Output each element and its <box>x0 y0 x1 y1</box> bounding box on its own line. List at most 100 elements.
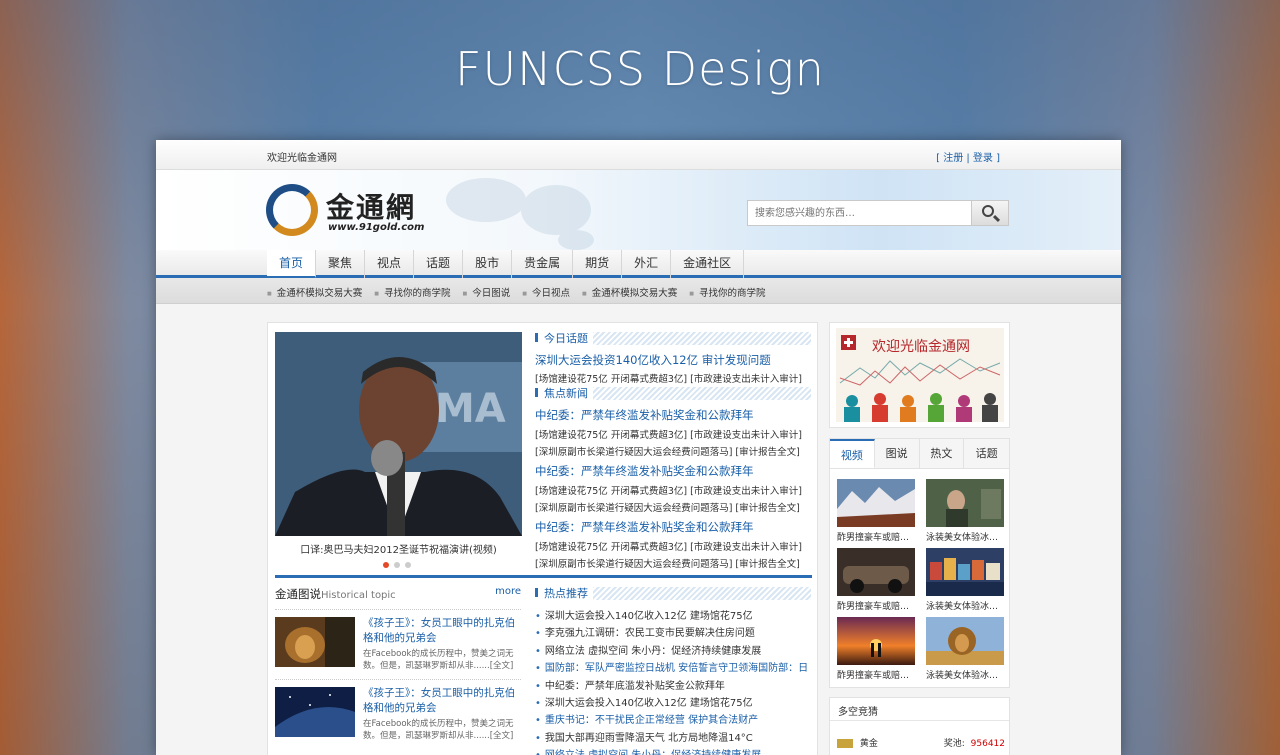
welcome-text: 欢迎光临金通网 <box>267 153 337 164</box>
video-item[interactable]: 酢男撞豪车或赔… <box>837 617 917 681</box>
logo-url: www.91gold.com <box>328 222 425 233</box>
focus-headline[interactable]: 中纪委：严禁年终滥发补贴奖金和公款拜年 <box>535 519 754 535</box>
tab-topics[interactable]: 话题 <box>964 439 1009 468</box>
nav-item-stocks[interactable]: 股市 <box>463 250 513 278</box>
video-title[interactable]: 泳装美女体验冰… <box>926 668 1006 681</box>
gallery-thumbnail[interactable] <box>275 687 355 737</box>
nav-item-viewpoint[interactable]: 视点 <box>365 250 415 278</box>
carousel-dots <box>383 562 411 568</box>
focus-sub[interactable]: [场馆建设花75亿 开闭幕式费超3亿] [市政建设支出未计入审计] <box>535 483 802 497</box>
site-logo[interactable]: 金通網 www.91gold.com <box>266 182 431 238</box>
banner-text: 欢迎光临金通网 <box>872 339 970 355</box>
welcome-banner[interactable]: 欢迎光临金通网 <box>829 322 1010 428</box>
video-thumbnail[interactable] <box>926 479 1004 527</box>
video-thumbnail[interactable] <box>837 479 915 527</box>
gallery-item[interactable]: 《孩子王》：女员工眼中的扎克伯格和他的兄弟会 在Facebook的成长历程中，赞… <box>275 679 521 743</box>
nav-item-community[interactable]: 金通社区 <box>671 250 745 278</box>
nav-item-futures[interactable]: 期货 <box>573 250 623 278</box>
hot-pick-item[interactable]: 深圳大运会投入140亿收入12亿 建场馆花75亿 <box>535 607 813 622</box>
carousel-dot[interactable] <box>394 562 400 568</box>
logo-name: 金通網 <box>326 191 417 224</box>
hot-picks-title: 热点推荐 <box>535 587 593 600</box>
video-item[interactable]: 酢男撞豪车或赔… <box>837 479 917 543</box>
hot-pick-item[interactable]: 国防部：军队严密监控日战机 安倍誓言守卫领海国防部：日 <box>535 659 813 674</box>
gallery-header: 金通图说Historical topic more <box>275 586 521 602</box>
subnav-item[interactable]: 金通杯模拟交易大赛 <box>582 285 678 299</box>
focus-sub[interactable]: [场馆建设花75亿 开闭幕式费超3亿] [市政建设支出未计入审计] <box>535 427 802 441</box>
video-thumbnail[interactable] <box>926 548 1004 596</box>
svg-text:MA: MA <box>435 386 506 432</box>
main-nav: 首页 聚焦 视点 话题 股市 贵金属 期货 外汇 金通社区 <box>156 250 1121 278</box>
hot-pick-item[interactable]: 网络立法 虚拟空间 朱小丹：促经济持续健康发展 <box>535 642 813 657</box>
video-title[interactable]: 泳装美女体验冰… <box>926 599 1006 612</box>
carousel-dot[interactable] <box>405 562 411 568</box>
video-title[interactable]: 酢男撞豪车或赔… <box>837 668 917 681</box>
video-title[interactable]: 酢男撞豪车或赔… <box>837 530 917 543</box>
gallery-more-link[interactable]: more <box>495 586 521 597</box>
video-title[interactable]: 酢男撞豪车或赔… <box>837 599 917 612</box>
gallery-item[interactable]: 《孩子王》：女员工眼中的扎克伯格和他的兄弟会 在Facebook的成长历程中，赞… <box>275 609 521 673</box>
register-login-link[interactable]: [ 注册 | 登录 ] <box>936 149 1000 164</box>
video-item[interactable]: 泳装美女体验冰… <box>926 617 1006 681</box>
search-input[interactable] <box>748 201 972 225</box>
gallery-subtitle: Historical topic <box>321 590 396 601</box>
focus-sub[interactable]: [深圳原副市长梁道行疑因大运会经费问题落马] [审计报告全文] <box>535 500 800 514</box>
top-bar: 欢迎光临金通网 [ 注册 | 登录 ] <box>156 140 1121 170</box>
website-mockup: 欢迎光临金通网 [ 注册 | 登录 ] 金通網 www.91gold.com 首… <box>156 140 1121 755</box>
nav-item-precious-metals[interactable]: 贵金属 <box>512 250 574 278</box>
tab-gallery[interactable]: 图说 <box>874 439 920 468</box>
focus-news-header: 焦点新闻 <box>535 387 811 400</box>
hot-pick-item[interactable]: 深圳大运会投入140亿收入12亿 建场馆花75亿 <box>535 694 813 709</box>
today-sub[interactable]: [场馆建设花75亿 开闭幕式费超3亿] [市政建设支出未计入审计] <box>535 371 802 385</box>
subnav-item[interactable]: 金通杯模拟交易大赛 <box>267 285 363 299</box>
hero-title: FUNCSS Design <box>455 42 825 96</box>
gallery-thumbnail[interactable] <box>275 617 355 667</box>
feature-caption[interactable]: 口译:奥巴马夫妇2012圣诞节祝福演讲(视频) <box>275 541 522 556</box>
nav-item-topic[interactable]: 话题 <box>414 250 464 278</box>
focus-headline[interactable]: 中纪委：严禁年终滥发补贴奖金和公款拜年 <box>535 463 754 479</box>
video-panel: 视频 图说 热文 话题 酢男撞豪车或赔… 泳装美女体验冰… 酢男撞豪车或赔… 泳… <box>829 438 1010 688</box>
focus-headline[interactable]: 中纪委：严禁年终滥发补贴奖金和公款拜年 <box>535 407 754 423</box>
sub-nav: 金通杯模拟交易大赛 寻找你的商学院 今日图说 今日视点 金通杯模拟交易大赛 寻找… <box>156 278 1121 304</box>
search-box <box>747 200 1009 226</box>
subnav-item[interactable]: 寻找你的商学院 <box>689 285 766 299</box>
video-thumbnail[interactable] <box>837 548 915 596</box>
hot-pick-item[interactable]: 重庆书记：不干扰民企正常经营 保护其合法财产 <box>535 711 813 726</box>
tab-video[interactable]: 视频 <box>830 439 875 468</box>
subnav-item[interactable]: 今日视点 <box>522 285 570 299</box>
search-button[interactable] <box>971 201 1008 225</box>
hot-pick-item[interactable]: 中纪委：严禁年底滥发补贴奖金公款拜年 <box>535 677 813 692</box>
section-divider <box>275 575 812 578</box>
hot-pick-item[interactable]: 网络立法 虚拟空间 朱小丹：促经济持续健康发展 <box>535 746 813 755</box>
video-title[interactable]: 泳装美女体验冰… <box>926 530 1006 543</box>
nav-item-focus[interactable]: 聚焦 <box>316 250 366 278</box>
video-thumbnail[interactable] <box>926 617 1004 665</box>
gallery-item-desc: 在Facebook的成长历程中，赞美之词无数。但是，凯瑟琳罗斯却从非......… <box>363 649 514 671</box>
carousel-dot-active[interactable] <box>383 562 389 568</box>
feature-photo[interactable]: MA <box>275 332 522 536</box>
subnav-item[interactable]: 寻找你的商学院 <box>374 285 451 299</box>
video-item[interactable]: 泳装美女体验冰… <box>926 479 1006 543</box>
focus-sub[interactable]: [场馆建设花75亿 开闭幕式费超3亿] [市政建设支出未计入审计] <box>535 539 802 553</box>
nav-item-home[interactable]: 首页 <box>267 250 317 278</box>
gallery-item-title[interactable]: 《孩子王》：女员工眼中的扎克伯格和他的兄弟会 <box>363 686 521 716</box>
video-item[interactable]: 酢男撞豪车或赔… <box>837 548 917 612</box>
focus-sub[interactable]: [深圳原副市长梁道行疑因大运会经费问题落马] [审计报告全文] <box>535 556 800 570</box>
focus-sub[interactable]: [深圳原副市长梁道行疑因大运会经费问题落马] [审计报告全文] <box>535 444 800 458</box>
subnav-item[interactable]: 今日图说 <box>463 285 510 299</box>
today-headline[interactable]: 深圳大运会投资140亿收入12亿 审计发现问题 <box>535 352 771 368</box>
video-item[interactable]: 泳装美女体验冰… <box>926 548 1006 612</box>
world-map-decoration <box>446 178 594 250</box>
video-thumbnail[interactable] <box>837 617 915 665</box>
logo-mark-icon <box>266 184 318 236</box>
hot-pick-item[interactable]: 我国大部再迎雨雪降温天气 北方局地降温14°C <box>535 729 813 744</box>
nav-item-forex[interactable]: 外汇 <box>622 250 672 278</box>
video-tabs: 视频 图说 热文 话题 <box>830 439 1009 469</box>
odds-row[interactable]: 黄金 奖池: 956412 <box>837 736 1005 749</box>
focus-news-title: 焦点新闻 <box>535 387 593 400</box>
tab-hot-articles[interactable]: 热文 <box>919 439 965 468</box>
odds-panel: 多空竞猜 黄金 奖池: 956412 <box>829 697 1010 755</box>
today-topic-header: 今日话题 <box>535 332 811 345</box>
hot-pick-item[interactable]: 李克强九江调研：农民工变市民要解决住房问题 <box>535 624 813 639</box>
gallery-item-title[interactable]: 《孩子王》：女员工眼中的扎克伯格和他的兄弟会 <box>363 616 521 646</box>
